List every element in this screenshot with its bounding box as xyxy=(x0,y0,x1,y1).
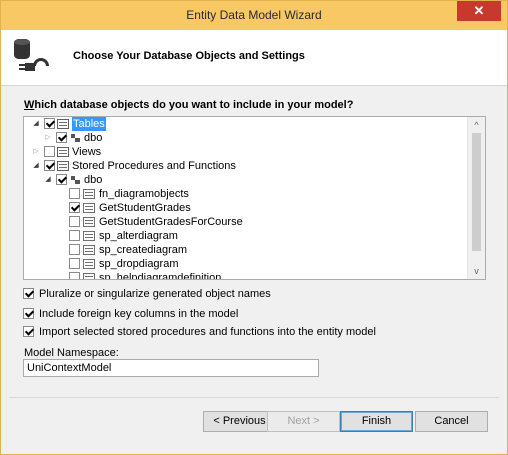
views-label[interactable]: Views xyxy=(72,145,101,159)
wizard-window: Entity Data Model Wizard ✕ Choose Your D… xyxy=(0,0,508,455)
procedure-label[interactable]: fn_diagramobjects xyxy=(99,187,189,201)
page-heading: Choose Your Database Objects and Setting… xyxy=(73,50,305,62)
objects-question: Which database objects do you want to in… xyxy=(24,99,354,111)
procedure-checkbox[interactable] xyxy=(69,188,80,199)
pluralize-label[interactable]: Pluralize or singularize generated objec… xyxy=(39,287,271,301)
procedure-label[interactable]: sp_helpdiagramdefinition xyxy=(99,271,221,279)
close-button[interactable]: ✕ xyxy=(457,1,501,21)
scroll-up-icon[interactable]: ^ xyxy=(468,117,485,131)
collapse-arrow-icon[interactable]: ▷ xyxy=(44,131,52,145)
procedure-label[interactable]: sp_creatediagram xyxy=(99,243,187,257)
database-connector-icon xyxy=(14,39,49,71)
window-title: Entity Data Model Wizard xyxy=(186,8,322,22)
views-checkbox[interactable] xyxy=(44,146,55,157)
model-namespace-input[interactable]: UniContextModel xyxy=(23,359,319,377)
stored-procedure-icon xyxy=(83,245,95,255)
procedure-folder-icon xyxy=(57,161,69,171)
tables-dbo-label[interactable]: dbo xyxy=(84,131,102,145)
wizard-header: Choose Your Database Objects and Setting… xyxy=(1,30,507,86)
stored-procedure-icon xyxy=(83,217,95,227)
procedure-checkbox[interactable] xyxy=(69,216,80,227)
procedure-checkbox[interactable] xyxy=(69,258,80,269)
title-bar: Entity Data Model Wizard ✕ xyxy=(1,1,507,30)
function-icon xyxy=(83,189,95,199)
procedure-checkbox[interactable] xyxy=(69,230,80,241)
tables-dbo-checkbox[interactable] xyxy=(56,132,67,143)
procedure-checkbox[interactable] xyxy=(69,244,80,255)
procedure-checkbox[interactable] xyxy=(69,202,80,213)
foreign-key-label[interactable]: Include foreign key columns in the model xyxy=(39,307,238,321)
procs-dbo-label[interactable]: dbo xyxy=(84,173,102,187)
table-folder-icon xyxy=(57,119,69,129)
procedure-label[interactable]: GetStudentGrades xyxy=(99,201,191,215)
procedure-label[interactable]: sp_alterdiagram xyxy=(99,229,178,243)
expand-arrow-icon[interactable]: ◢ xyxy=(44,173,52,187)
procs-label[interactable]: Stored Procedures and Functions xyxy=(72,159,236,173)
stored-procedure-icon xyxy=(83,203,95,213)
procs-dbo-checkbox[interactable] xyxy=(56,174,67,185)
model-namespace-label: Model Namespace: xyxy=(24,347,119,359)
schema-icon xyxy=(69,175,81,185)
tables-label[interactable]: Tables xyxy=(72,117,106,131)
stored-procedure-icon xyxy=(83,259,95,269)
scroll-thumb[interactable] xyxy=(472,133,481,251)
next-button[interactable]: Next > xyxy=(267,411,340,432)
procedure-checkbox[interactable] xyxy=(69,272,80,279)
view-folder-icon xyxy=(57,147,69,157)
import-procedures-label[interactable]: Import selected stored procedures and fu… xyxy=(39,325,376,339)
stored-procedure-icon xyxy=(83,231,95,241)
expand-arrow-icon[interactable]: ◢ xyxy=(32,159,40,173)
database-objects-tree[interactable]: ◢ Tables ▷ dbo ▷ Views ◢ Stored Procedur… xyxy=(23,116,486,280)
foreign-key-checkbox[interactable] xyxy=(23,308,34,319)
procedure-label[interactable]: sp_dropdiagram xyxy=(99,257,179,271)
tree-scrollbar[interactable]: ^ v xyxy=(467,117,485,279)
schema-icon xyxy=(69,133,81,143)
cancel-button[interactable]: Cancel xyxy=(415,411,488,432)
previous-button[interactable]: < Previous xyxy=(203,411,276,432)
finish-button[interactable]: Finish xyxy=(340,411,413,432)
procedure-label[interactable]: GetStudentGradesForCourse xyxy=(99,215,243,229)
expand-arrow-icon[interactable]: ◢ xyxy=(32,117,40,131)
import-procedures-checkbox[interactable] xyxy=(23,326,34,337)
scroll-down-icon[interactable]: v xyxy=(468,265,485,279)
procs-checkbox[interactable] xyxy=(44,160,55,171)
pluralize-checkbox[interactable] xyxy=(23,288,34,299)
stored-procedure-icon xyxy=(83,273,95,279)
tables-checkbox[interactable] xyxy=(44,118,55,129)
divider xyxy=(9,397,499,398)
collapse-arrow-icon[interactable]: ▷ xyxy=(32,145,40,159)
